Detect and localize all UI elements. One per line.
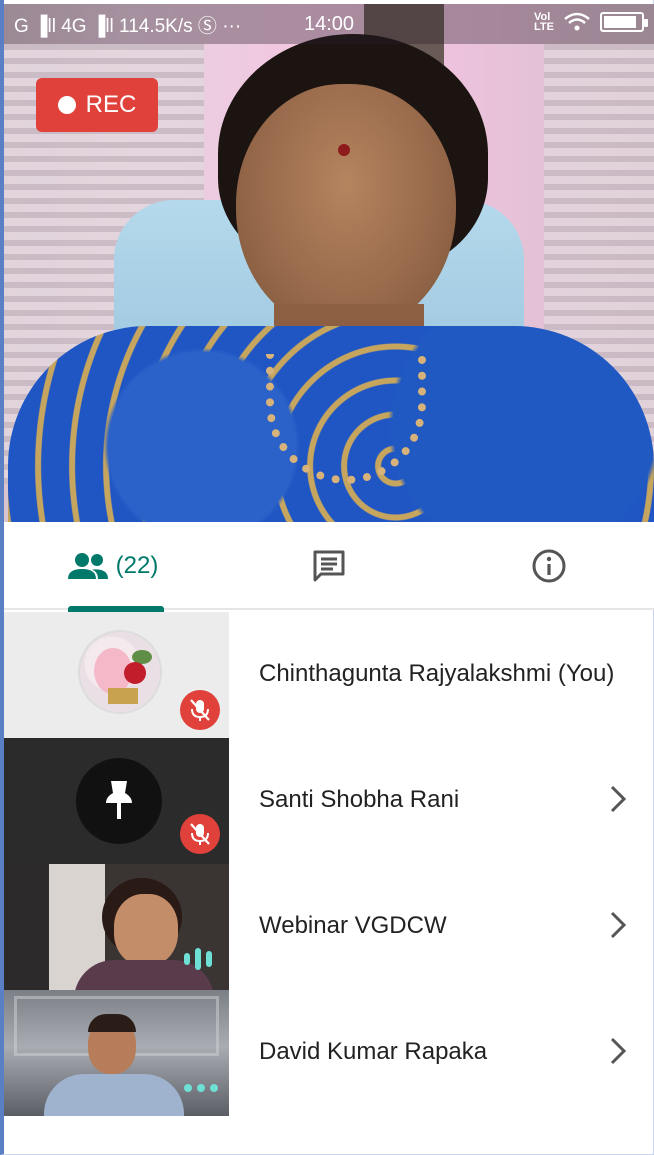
participant-row[interactable]: Chinthagunta Rajyalakshmi (You) bbox=[4, 612, 654, 738]
status-bar: G ▐ll 4G ▐ll 114.5K/s Ⓢ ··· 14:00 Vol LTE bbox=[4, 4, 654, 44]
recording-label: REC bbox=[85, 91, 137, 118]
participant-name: Webinar VGDCW bbox=[259, 912, 447, 939]
speaking-indicator-icon bbox=[184, 948, 212, 970]
chevron-right-icon[interactable] bbox=[608, 1035, 628, 1067]
participant-row[interactable]: Santi Shobha Rani bbox=[4, 738, 654, 864]
participant-list: Chinthagunta Rajyalakshmi (You) Santi Sh… bbox=[4, 612, 654, 1116]
participant-row[interactable]: David Kumar Rapaka bbox=[4, 990, 654, 1116]
participant-tile bbox=[4, 864, 229, 990]
rose bbox=[124, 662, 146, 684]
info-icon bbox=[532, 549, 566, 583]
chevron-right-icon[interactable] bbox=[608, 909, 628, 941]
tab-info[interactable] bbox=[514, 522, 584, 610]
network-status: G ▐ll 4G ▐ll 114.5K/s Ⓢ ··· bbox=[14, 15, 242, 37]
recording-badge: REC bbox=[36, 78, 158, 132]
record-dot-icon bbox=[57, 96, 76, 114]
mic-off-icon bbox=[180, 690, 220, 730]
participant-count: (22) bbox=[115, 552, 159, 579]
pin-icon bbox=[76, 758, 162, 844]
video-person-face bbox=[114, 894, 178, 966]
audio-dots-icon bbox=[184, 1084, 218, 1092]
participant-row[interactable]: Webinar VGDCW bbox=[4, 864, 654, 990]
participant-name: David Kumar Rapaka bbox=[259, 1038, 488, 1065]
tab-chat[interactable] bbox=[294, 522, 364, 610]
video-person-body bbox=[44, 1074, 184, 1116]
video-person-hair bbox=[88, 1014, 136, 1032]
chat-icon bbox=[313, 550, 345, 582]
participant-tile bbox=[4, 612, 229, 738]
wifi-icon bbox=[564, 12, 590, 31]
gift-box bbox=[108, 688, 138, 704]
battery-icon bbox=[600, 12, 648, 32]
status-icons: Vol LTE bbox=[534, 11, 648, 33]
people-icon bbox=[67, 553, 108, 579]
avatar bbox=[78, 630, 162, 714]
volte-lte-icon: Vol LTE bbox=[534, 11, 554, 33]
participant-name: Santi Shobha Rani bbox=[259, 786, 460, 813]
participant-tile bbox=[4, 990, 229, 1116]
participant-tile bbox=[4, 738, 229, 864]
tab-people[interactable]: (22) bbox=[48, 522, 178, 612]
battery-fill bbox=[604, 16, 636, 28]
speaker-face bbox=[236, 84, 456, 334]
clock: 14:00 bbox=[304, 13, 355, 35]
participant-name: Chinthagunta Rajyalakshmi (You) bbox=[259, 660, 615, 687]
tab-bar: (22) bbox=[4, 522, 654, 612]
chevron-right-icon[interactable] bbox=[608, 783, 628, 815]
speaker-bindi bbox=[338, 144, 350, 156]
mic-off-icon bbox=[180, 814, 220, 854]
